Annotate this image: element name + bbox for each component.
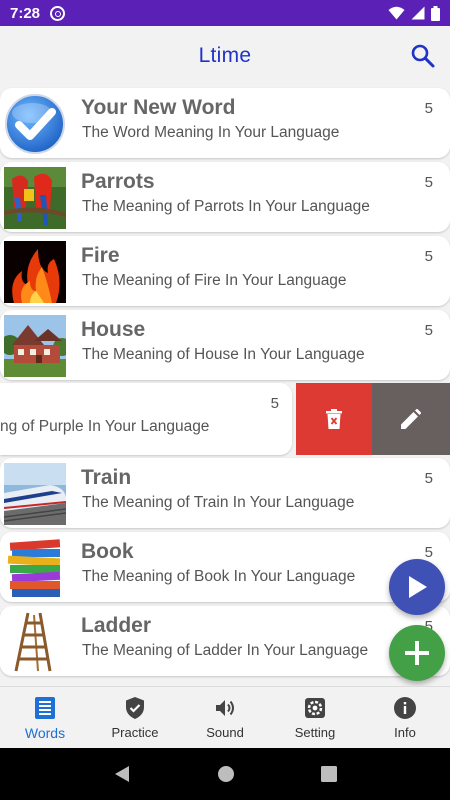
nav-label: Sound	[206, 725, 244, 740]
word-count: 5	[424, 322, 433, 339]
word-title: Fire	[81, 244, 120, 267]
delete-button[interactable]	[296, 383, 372, 455]
word-meaning: ng of Purple In Your Language	[0, 418, 210, 435]
word-card[interactable]: Ladder The Meaning of Ladder In Your Lan…	[0, 606, 450, 676]
word-card-swiped[interactable]: ng of Purple In Your Language 5	[0, 383, 292, 455]
train-image	[4, 463, 66, 525]
back-icon[interactable]	[113, 765, 131, 783]
delete-icon	[326, 409, 342, 429]
sync-status-icon	[50, 5, 66, 21]
parrots-image	[4, 167, 66, 229]
bottom-navigation: Words Practice Sound Setting Info	[0, 686, 450, 748]
word-title: Parrots	[81, 170, 155, 193]
list-icon	[35, 697, 55, 719]
gear-icon	[305, 698, 325, 718]
word-card[interactable]: Fire The Meaning of Fire In Your Languag…	[0, 236, 450, 306]
word-title: Your New Word	[81, 96, 236, 119]
word-title: Ladder	[81, 614, 152, 637]
word-meaning: The Meaning of Book In Your Language	[82, 568, 356, 585]
nav-sound[interactable]: Sound	[180, 687, 270, 748]
fire-image	[4, 241, 66, 303]
search-button[interactable]	[410, 43, 436, 69]
word-card[interactable]: Parrots The Meaning of Parrots In Your L…	[0, 162, 450, 232]
status-time: 7:28	[10, 4, 41, 22]
edit-button[interactable]	[372, 383, 450, 455]
books-image	[4, 537, 66, 599]
nav-label: Setting	[294, 725, 336, 740]
word-card[interactable]: Train The Meaning of Train In Your Langu…	[0, 458, 450, 528]
app-title: Ltime	[198, 44, 252, 67]
word-count: 5	[424, 544, 433, 561]
add-word-button[interactable]	[389, 625, 445, 681]
system-navigation-bar	[0, 748, 450, 800]
shield-check-icon	[126, 697, 144, 719]
play-button[interactable]	[389, 559, 445, 615]
word-title: House	[81, 318, 146, 341]
word-count: 5	[270, 395, 279, 412]
nav-practice[interactable]: Practice	[90, 687, 180, 748]
house-image	[4, 315, 66, 377]
nav-label: Info	[394, 725, 416, 740]
nav-label: Words	[24, 725, 66, 741]
word-count: 5	[424, 470, 433, 487]
checkmark-icon	[4, 93, 66, 155]
app-bar: Ltime	[0, 26, 450, 88]
search-icon	[411, 44, 435, 68]
recents-icon[interactable]	[321, 766, 337, 782]
swiped-word-row: ng of Purple In Your Language 5	[0, 383, 450, 455]
nav-info[interactable]: Info	[360, 687, 450, 748]
word-count: 5	[424, 100, 433, 117]
volume-icon	[216, 700, 234, 716]
nav-setting[interactable]: Setting	[270, 687, 360, 748]
plus-icon	[405, 641, 429, 665]
word-meaning: The Meaning of Fire In Your Language	[82, 272, 347, 289]
word-card[interactable]: Your New Word The Word Meaning In Your L…	[0, 88, 450, 158]
word-card[interactable]: House The Meaning of House In Your Langu…	[0, 310, 450, 380]
word-count: 5	[424, 174, 433, 191]
word-card[interactable]: Book The Meaning of Book In Your Languag…	[0, 532, 450, 602]
play-icon	[409, 576, 427, 598]
word-title: Book	[81, 540, 134, 563]
nav-label: Practice	[111, 725, 159, 740]
word-meaning: The Meaning of House In Your Language	[82, 346, 365, 363]
status-icons	[388, 5, 440, 21]
ladder-image	[4, 611, 66, 673]
word-title: Train	[81, 466, 132, 489]
wifi-icon	[388, 6, 405, 20]
word-count: 5	[424, 248, 433, 265]
battery-icon	[431, 5, 440, 21]
nav-words[interactable]: Words	[0, 687, 90, 748]
status-bar: 7:28	[0, 0, 450, 26]
pencil-icon	[401, 409, 421, 429]
home-icon[interactable]	[217, 765, 235, 783]
word-meaning: The Meaning of Train In Your Language	[82, 494, 355, 511]
word-meaning: The Meaning of Ladder In Your Language	[82, 642, 369, 659]
signal-icon	[411, 6, 425, 20]
word-meaning: The Word Meaning In Your Language	[82, 124, 340, 141]
word-meaning: The Meaning of Parrots In Your Language	[82, 198, 370, 215]
info-icon	[394, 697, 416, 719]
